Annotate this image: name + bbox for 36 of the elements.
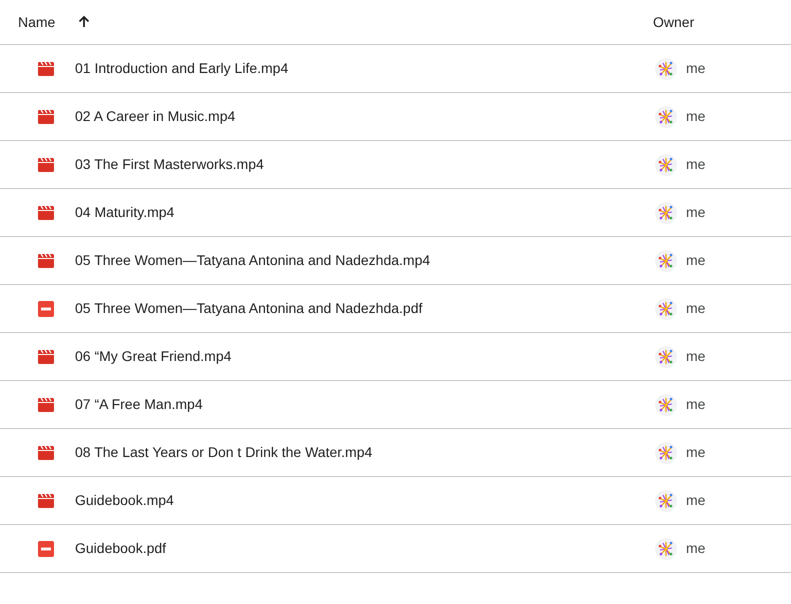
file-name[interactable]: 08 The Last Years or Don t Drink the Water.mp4 [75,442,372,463]
file-name[interactable]: 06 “My Great Friend.mp4 [75,346,232,367]
owner-name: me [686,539,706,558]
name-column-header[interactable]: Name [18,12,56,32]
avatar-icon [655,250,677,272]
owner-name: me [686,347,706,366]
avatar-icon [655,154,677,176]
owner-name: me [686,491,706,510]
file-name[interactable]: Guidebook.pdf [75,538,166,559]
owner-column-header[interactable]: Owner [653,12,694,32]
file-name[interactable]: 05 Three Women—Tatyana Antonina and Nadezhda.pdf [75,298,422,319]
owner-name: me [686,203,706,222]
avatar-icon [655,202,677,224]
owner-name: me [686,155,706,174]
owner-name: me [686,251,706,270]
avatar-icon [655,346,677,368]
sort-arrow-icon[interactable] [77,15,92,29]
owner-name: me [686,443,706,462]
avatar-icon [655,106,677,128]
owner-name: me [686,107,706,126]
owner-name: me [686,299,706,318]
file-name[interactable]: 03 The First Masterworks.mp4 [75,154,264,175]
avatar-icon [655,58,677,80]
avatar-icon [655,538,677,560]
file-name[interactable]: 05 Three Women—Tatyana Antonina and Nadezhda.mp4 [75,250,430,271]
file-name[interactable]: Guidebook.mp4 [75,490,174,511]
avatar-icon [655,394,677,416]
avatar-icon [655,490,677,512]
file-name[interactable]: 07 “A Free Man.mp4 [75,394,203,415]
avatar-icon [655,298,677,320]
owner-name: me [686,59,706,78]
file-name[interactable]: 01 Introduction and Early Life.mp4 [75,58,288,79]
avatar-icon [655,442,677,464]
owner-name: me [686,395,706,414]
file-name[interactable]: 02 A Career in Music.mp4 [75,106,236,127]
file-name[interactable]: 04 Maturity.mp4 [75,202,174,223]
